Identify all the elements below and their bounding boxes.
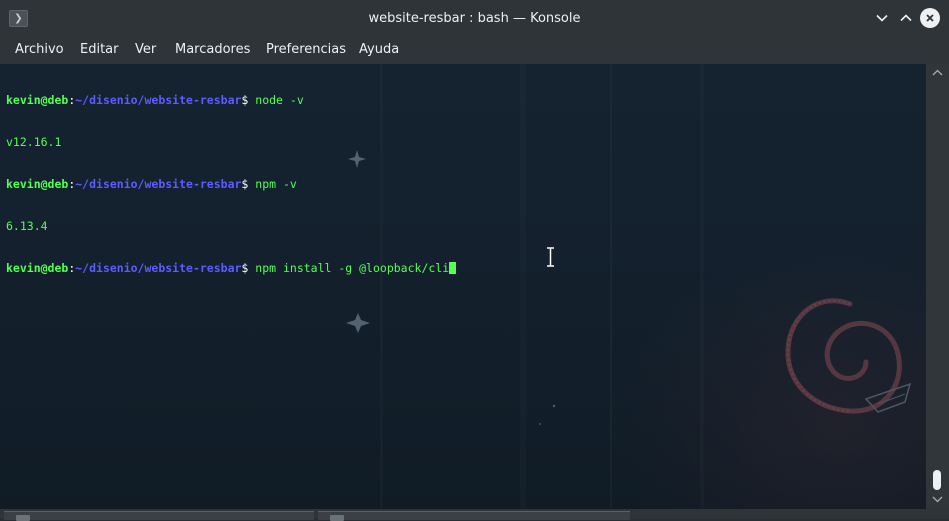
prompt-user: kevin@deb [6,93,69,107]
terminal-line: kevin@deb:~/disenio/website-resbar$ node… [6,93,456,107]
menu-editar[interactable]: Editar [80,37,119,64]
title-bar[interactable]: ❯ website-resbar : bash — Konsole [0,0,949,38]
terminal-output: kevin@deb:~/disenio/website-resbar$ node… [6,65,457,303]
terminal-area[interactable]: kevin@deb:~/disenio/website-resbar$ node… [0,64,926,509]
prompt-user: kevin@deb [6,177,69,191]
menu-preferencias[interactable]: Preferencias [266,37,346,64]
prompt-path: ~/disenio/website-resbar [75,261,242,275]
menu-archivo[interactable]: Archivo [15,37,64,64]
menu-ver[interactable]: Ver [135,37,156,64]
menu-bar: Archivo Editar Ver Marcadores Preferenci… [0,37,949,64]
close-button[interactable] [920,8,940,28]
terminal-tab-icon [330,515,344,521]
terminal-line: kevin@deb:~/disenio/website-resbar$ npm … [6,177,456,191]
scroll-down-arrow-icon[interactable] [932,494,943,504]
terminal-tab-icon [16,515,30,521]
close-icon [926,14,934,22]
maximize-button[interactable] [896,8,916,28]
command-text: node -v [248,93,304,107]
output-line: 6.13.4 [6,219,48,233]
tab-bar [0,509,949,521]
command-input[interactable]: npm install -g @loopback/cli [248,261,449,275]
window-title: website-resbar : bash — Konsole [368,11,581,26]
prompt-path: ~/disenio/website-resbar [75,93,242,107]
text-cursor [449,262,457,274]
ibeam-cursor-icon [547,247,554,267]
scroll-up-arrow-icon[interactable] [932,68,943,78]
terminal-line: kevin@deb:~/disenio/website-resbar$ npm … [6,261,457,275]
menu-ayuda[interactable]: Ayuda [359,37,399,64]
menu-marcadores[interactable]: Marcadores [175,37,250,64]
chevron-up-icon [900,14,912,22]
debian-swirl-icon [785,298,912,414]
command-text: npm -v [248,177,297,191]
prompt-path: ~/disenio/website-resbar [75,177,242,191]
scrollbar-thumb[interactable] [933,470,941,490]
minimize-button[interactable] [872,8,892,28]
chevron-down-icon [876,14,888,22]
prompt-user: kevin@deb [6,261,69,275]
vertical-scrollbar[interactable] [926,64,949,509]
output-line: v12.16.1 [6,135,62,149]
